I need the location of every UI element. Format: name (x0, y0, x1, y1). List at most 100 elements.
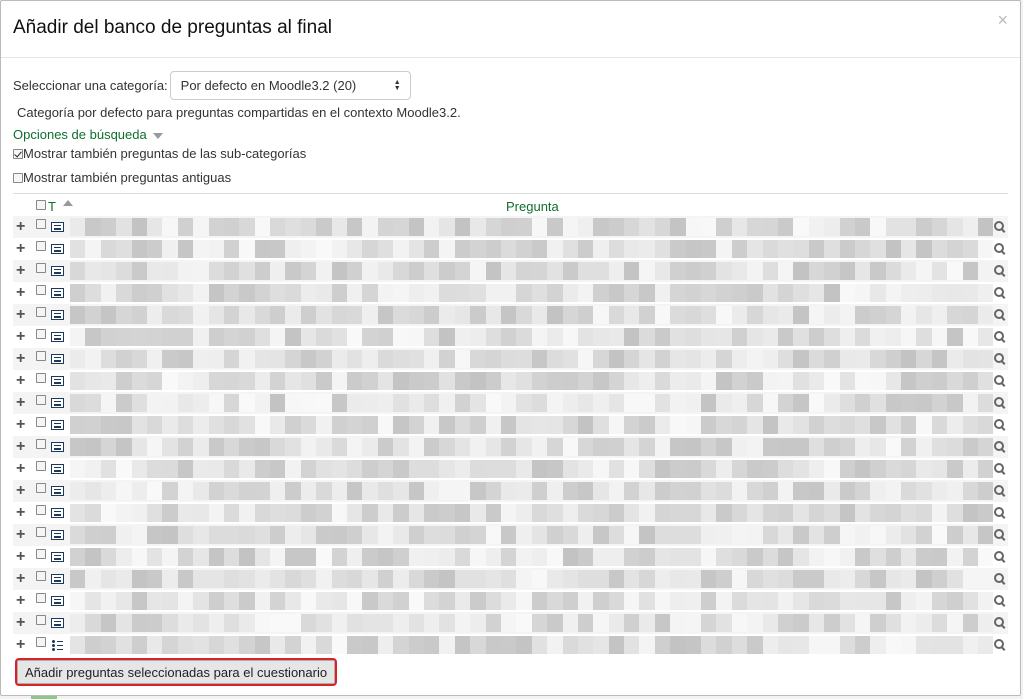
add-to-quiz-icon[interactable]: + (16, 351, 25, 367)
question-text-redacted (70, 350, 993, 368)
question-text-redacted (70, 328, 993, 346)
preview-magnifier-icon[interactable] (994, 639, 1005, 650)
add-to-quiz-icon[interactable]: + (16, 505, 25, 521)
add-to-quiz-icon[interactable]: + (16, 483, 25, 499)
subcategories-option: Mostrar también preguntas de las sub-cat… (13, 146, 306, 161)
add-to-quiz-icon[interactable]: + (16, 285, 25, 301)
preview-magnifier-icon[interactable] (994, 485, 1005, 496)
table-row: + (13, 568, 1008, 590)
add-to-quiz-icon[interactable]: + (16, 307, 25, 323)
category-description: Categoría por defecto para preguntas com… (17, 105, 461, 120)
table-row: + (13, 282, 1008, 304)
row-checkbox[interactable] (36, 219, 46, 229)
preview-magnifier-icon[interactable] (994, 529, 1005, 540)
dialog-header: Añadir del banco de preguntas al final × (1, 1, 1020, 58)
row-checkbox[interactable] (36, 637, 46, 647)
select-all-checkbox[interactable] (36, 200, 46, 210)
row-checkbox[interactable] (36, 439, 46, 449)
row-checkbox[interactable] (36, 241, 46, 251)
add-to-quiz-icon[interactable]: + (16, 417, 25, 433)
add-to-quiz-icon[interactable]: + (16, 615, 25, 631)
search-options-toggle[interactable]: Opciones de búsqueda (13, 127, 163, 142)
shortanswer-icon (51, 486, 64, 496)
question-text-redacted (70, 262, 993, 280)
shortanswer-icon (51, 222, 64, 232)
shortanswer-icon (51, 552, 64, 562)
row-checkbox[interactable] (36, 285, 46, 295)
shortanswer-icon (51, 332, 64, 342)
shortanswer-icon (51, 354, 64, 364)
question-text-redacted (70, 636, 993, 654)
preview-magnifier-icon[interactable] (994, 397, 1005, 408)
row-checkbox[interactable] (36, 527, 46, 537)
table-row: + (13, 524, 1008, 546)
preview-magnifier-icon[interactable] (994, 287, 1005, 298)
add-to-quiz-icon[interactable]: + (16, 549, 25, 565)
preview-magnifier-icon[interactable] (994, 463, 1005, 474)
question-text-redacted (70, 570, 993, 588)
question-text-redacted (70, 592, 993, 610)
shortanswer-icon (51, 266, 64, 276)
preview-magnifier-icon[interactable] (994, 331, 1005, 342)
row-checkbox[interactable] (36, 483, 46, 493)
question-bank-dialog: Añadir del banco de preguntas al final ×… (0, 0, 1021, 696)
table-row: + (13, 480, 1008, 502)
add-to-quiz-icon[interactable]: + (16, 395, 25, 411)
add-to-quiz-icon[interactable]: + (16, 219, 25, 235)
close-button[interactable]: × (997, 11, 1008, 29)
add-to-quiz-icon[interactable]: + (16, 527, 25, 543)
add-to-quiz-icon[interactable]: + (16, 439, 25, 455)
shortanswer-icon (51, 442, 64, 452)
preview-magnifier-icon[interactable] (994, 573, 1005, 584)
row-checkbox[interactable] (36, 395, 46, 405)
question-text-redacted (70, 504, 993, 522)
preview-magnifier-icon[interactable] (994, 375, 1005, 386)
row-checkbox[interactable] (36, 329, 46, 339)
table-row: + (13, 370, 1008, 392)
category-select[interactable]: Por defecto en Moodle3.2 (20) ▲ ▼ (169, 71, 411, 100)
add-to-quiz-icon[interactable]: + (16, 571, 25, 587)
row-checkbox[interactable] (36, 505, 46, 515)
table-header: T Pregunta (13, 194, 1008, 216)
question-text-redacted (70, 482, 993, 500)
multichoice-icon (51, 639, 64, 651)
sort-by-question-link[interactable]: Pregunta (506, 199, 559, 214)
question-text-redacted (70, 526, 993, 544)
row-checkbox[interactable] (36, 373, 46, 383)
question-text-redacted (70, 218, 993, 236)
sort-by-type-link[interactable]: T (48, 199, 56, 214)
preview-magnifier-icon[interactable] (994, 507, 1005, 518)
subcategories-checkbox[interactable] (13, 148, 23, 159)
add-to-quiz-icon[interactable]: + (16, 263, 25, 279)
row-checkbox[interactable] (36, 593, 46, 603)
preview-magnifier-icon[interactable] (994, 551, 1005, 562)
add-to-quiz-icon[interactable]: + (16, 241, 25, 257)
add-to-quiz-icon[interactable]: + (16, 593, 25, 609)
row-checkbox[interactable] (36, 307, 46, 317)
row-checkbox[interactable] (36, 571, 46, 581)
preview-magnifier-icon[interactable] (994, 617, 1005, 628)
shortanswer-icon (51, 420, 64, 430)
preview-magnifier-icon[interactable] (994, 419, 1005, 430)
preview-magnifier-icon[interactable] (994, 441, 1005, 452)
add-to-quiz-icon[interactable]: + (16, 373, 25, 389)
row-checkbox[interactable] (36, 417, 46, 427)
row-checkbox[interactable] (36, 461, 46, 471)
preview-magnifier-icon[interactable] (994, 353, 1005, 364)
add-to-quiz-icon[interactable]: + (16, 637, 25, 653)
row-checkbox[interactable] (36, 351, 46, 361)
add-to-quiz-icon[interactable]: + (16, 461, 25, 477)
preview-magnifier-icon[interactable] (994, 265, 1005, 276)
preview-magnifier-icon[interactable] (994, 221, 1005, 232)
row-checkbox[interactable] (36, 615, 46, 625)
add-selected-questions-button[interactable]: Añadir preguntas seleccionadas para el c… (14, 658, 338, 686)
preview-magnifier-icon[interactable] (994, 243, 1005, 254)
preview-magnifier-icon[interactable] (994, 309, 1005, 320)
shortanswer-icon (51, 376, 64, 386)
old-questions-checkbox[interactable] (13, 172, 23, 183)
row-checkbox[interactable] (36, 263, 46, 273)
sort-ascending-icon[interactable] (63, 200, 73, 206)
preview-magnifier-icon[interactable] (994, 595, 1005, 606)
row-checkbox[interactable] (36, 549, 46, 559)
add-to-quiz-icon[interactable]: + (16, 329, 25, 345)
